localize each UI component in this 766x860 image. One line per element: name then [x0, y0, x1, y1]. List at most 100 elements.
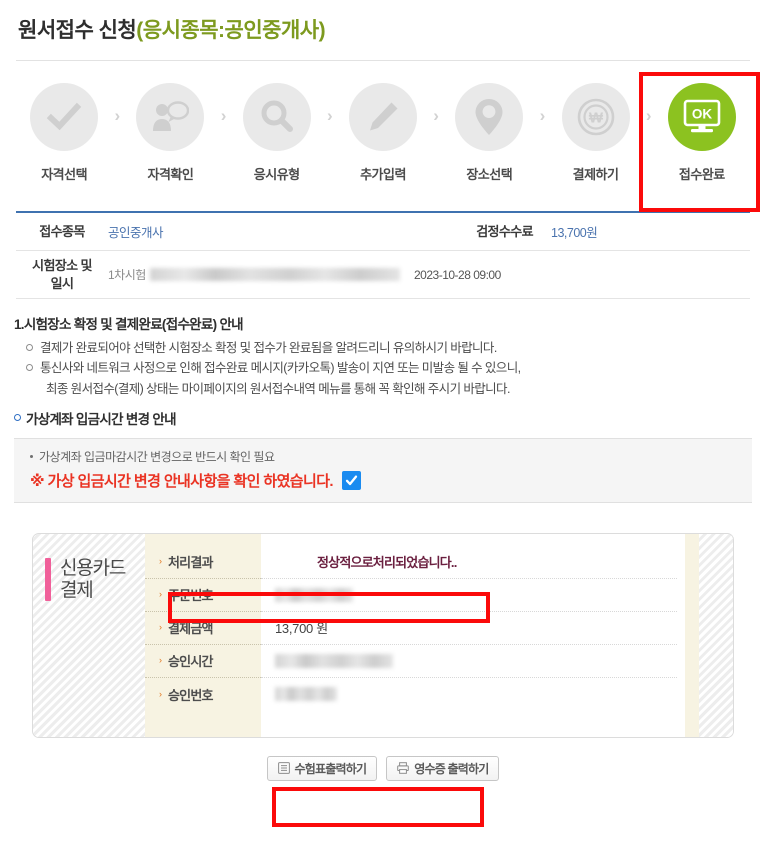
- payment-panel-title: 신용카드 결제: [60, 557, 126, 602]
- confirm-sub-text: 가상계좌 입금마감시간 변경으로 반드시 확인 필요: [39, 449, 275, 464]
- redacted-value: [275, 653, 393, 668]
- dot-bullet-icon: [30, 454, 33, 458]
- confirm-main-row: ※ 가상 입금시간 변경 안내사항을 확인 하였습니다.: [30, 470, 752, 491]
- subject-value: 공인중개사: [108, 226, 164, 240]
- pink-accent-bar: [45, 557, 51, 601]
- ring-bullet-icon: [26, 344, 33, 351]
- registration-info-table: 접수종목 공인중개사 검정수수료 13,700원 시험장소 및 일시 1차시험 …: [16, 211, 750, 299]
- arrow-bullet-icon: ›: [159, 556, 162, 567]
- print-receipt-button[interactable]: 영수증 출력하기: [386, 755, 500, 781]
- payment-field-value: [261, 678, 677, 711]
- exam-datetime-value: 2023-10-28 09:00: [414, 267, 501, 282]
- ring-bullet-icon: [26, 364, 33, 372]
- step-label: 추가입력: [360, 167, 406, 182]
- step-추가입력[interactable]: 추가입력: [337, 83, 429, 183]
- place-value-prefix: 1차시험: [108, 268, 146, 282]
- confirm-checkbox[interactable]: [341, 470, 361, 490]
- magnifier-icon: [242, 83, 311, 151]
- place-label: 시험장소 및 일시: [16, 257, 108, 292]
- payment-field-label: › 주문번호: [145, 579, 261, 612]
- won-coin-icon: ₩: [561, 83, 630, 151]
- redacted-place-value: [149, 268, 400, 281]
- payment-panel-title-area: 신용카드 결제: [33, 533, 145, 737]
- notice-continuation-text: 최종 원서접수(결제) 상태는 마이페이지의 원서접수내역 메뉴를 통해 꼭 확…: [46, 381, 510, 396]
- confirm-sub-text-row: 가상계좌 입금마감시간 변경으로 반드시 확인 필요: [30, 448, 752, 465]
- printer-icon: [397, 762, 410, 775]
- step-label: 자격확인: [147, 167, 194, 182]
- confirm-main-text: ※ 가상 입금시간 변경 안내사항을 확인 하였습니다.: [30, 472, 334, 490]
- virtual-account-confirm-box: 가상계좌 입금마감시간 변경으로 반드시 확인 필요 ※ 가상 입금시간 변경 …: [14, 437, 752, 503]
- payment-field-labels: › 처리결과 › 주문번호 › 결제금액 › 승인시간 › 승인번호: [145, 533, 261, 737]
- step-separator-icon: ›: [645, 106, 652, 125]
- checkmark-icon: [345, 475, 358, 485]
- print-admission-ticket-button[interactable]: 수험표출력하기: [266, 755, 378, 781]
- step-접수완료[interactable]: OK 접수완료: [656, 83, 748, 183]
- notice-heading-2-text: 가상계좌 입금시간 변경 안내: [26, 411, 176, 427]
- blue-ring-bullet-icon: [14, 414, 21, 422]
- page-header: 원서접수 신청(응시종목:공인중개사): [0, 0, 766, 44]
- step-label: 응시유형: [253, 167, 300, 182]
- step-결제하기[interactable]: ₩ 결제하기: [549, 83, 641, 183]
- payment-panel-cream-edge: [685, 533, 699, 737]
- list-item: 통신사와 네트워크 사정으로 인해 접수완료 메시지(카카오톡) 발송이 지연 …: [14, 358, 752, 378]
- payment-title-line1: 신용카드: [60, 557, 126, 579]
- payment-field-value: 13,700 원: [261, 612, 677, 645]
- payment-field-value: [261, 579, 677, 612]
- svg-text:₩: ₩: [588, 110, 603, 127]
- payment-label-text: 결제금액: [168, 621, 213, 637]
- step-자격확인[interactable]: 자격확인: [124, 83, 216, 183]
- pencil-icon: [348, 83, 417, 151]
- fee-value: 13,700원: [551, 226, 598, 240]
- step-장소선택[interactable]: 장소선택: [443, 83, 535, 183]
- step-label: 결제하기: [572, 167, 619, 182]
- step-separator-icon: ›: [539, 106, 546, 125]
- button-label: 영수증 출력하기: [414, 761, 489, 776]
- page-title: 원서접수 신청(응시종목:공인중개사): [18, 14, 748, 44]
- person-speech-icon: [136, 83, 205, 151]
- redacted-value: [275, 687, 337, 702]
- step-자격선택[interactable]: 자격선택: [18, 83, 110, 183]
- payment-field-label: › 결제금액: [145, 612, 261, 645]
- arrow-bullet-icon: ›: [159, 688, 162, 699]
- annotation-box-buttons: [272, 787, 484, 827]
- arrow-bullet-icon: ›: [159, 589, 162, 600]
- notice-item-text: 결제가 완료되어야 선택한 시험장소 확정 및 접수가 완료됨을 알려드리니 유…: [40, 341, 497, 355]
- payment-label-text: 주문번호: [168, 588, 213, 604]
- step-label: 접수완료: [678, 167, 725, 182]
- credit-card-payment-panel: 신용카드 결제 › 처리결과 › 주문번호 › 결제금액 › 승인시간 › 승인번호 정상적으로처…: [32, 532, 734, 738]
- notice-heading: 1.시험장소 확정 및 결제완료(접수완료) 안내: [14, 317, 244, 332]
- list-item: 결제가 완료되어야 선택한 시험장소 확정 및 접수가 완료됨을 알려드리니 유…: [14, 338, 752, 358]
- action-button-row: 수험표출력하기 영수증 출력하기: [0, 755, 766, 781]
- step-separator-icon: ›: [114, 106, 121, 125]
- notice-item-text: 통신사와 네트워크 사정으로 인해 접수완료 메시지(카카오톡) 발송이 지연 …: [40, 361, 521, 376]
- button-label: 수험표출력하기: [294, 761, 367, 776]
- table-row: 접수종목 공인중개사 검정수수료 13,700원: [16, 213, 750, 251]
- payment-field-label: › 승인시간: [145, 645, 261, 678]
- monitor-ok-icon: OK: [667, 83, 736, 151]
- step-separator-icon: ›: [220, 106, 227, 125]
- arrow-bullet-icon: ›: [159, 622, 162, 633]
- notice-heading-2: 가상계좌 입금시간 변경 안내: [14, 408, 752, 428]
- subject-label: 접수종목: [39, 223, 85, 239]
- redacted-value: [275, 587, 353, 602]
- fee-label: 검정수수료: [476, 223, 533, 239]
- payment-field-values: 정상적으로처리되었습니다.. 13,700 원: [261, 533, 685, 737]
- place-value: 1차시험: [108, 266, 408, 283]
- notice-section: 1.시험장소 확정 및 결제완료(접수완료) 안내 결제가 완료되어야 선택한 …: [14, 313, 752, 428]
- step-label: 장소선택: [466, 167, 513, 182]
- list-document-icon: [277, 762, 290, 775]
- payment-label-text: 승인시간: [168, 654, 213, 670]
- svg-text:OK: OK: [692, 107, 713, 122]
- payment-value-text: 13,700 원: [275, 621, 328, 637]
- page-title-subject: (응시종목:공인중개사): [136, 19, 326, 42]
- map-pin-icon: [455, 83, 524, 151]
- payment-field-label: › 승인번호: [145, 678, 261, 711]
- payment-panel-right-edge: [699, 533, 733, 737]
- place-label-line1: 시험장소 및: [32, 257, 92, 273]
- payment-field-label: › 처리결과: [145, 546, 261, 579]
- step-응시유형[interactable]: 응시유형: [231, 83, 323, 183]
- step-separator-icon: ›: [327, 106, 333, 125]
- page-title-main: 원서접수 신청: [18, 19, 137, 42]
- payment-label-text: 승인번호: [168, 687, 213, 703]
- arrow-bullet-icon: ›: [159, 655, 162, 666]
